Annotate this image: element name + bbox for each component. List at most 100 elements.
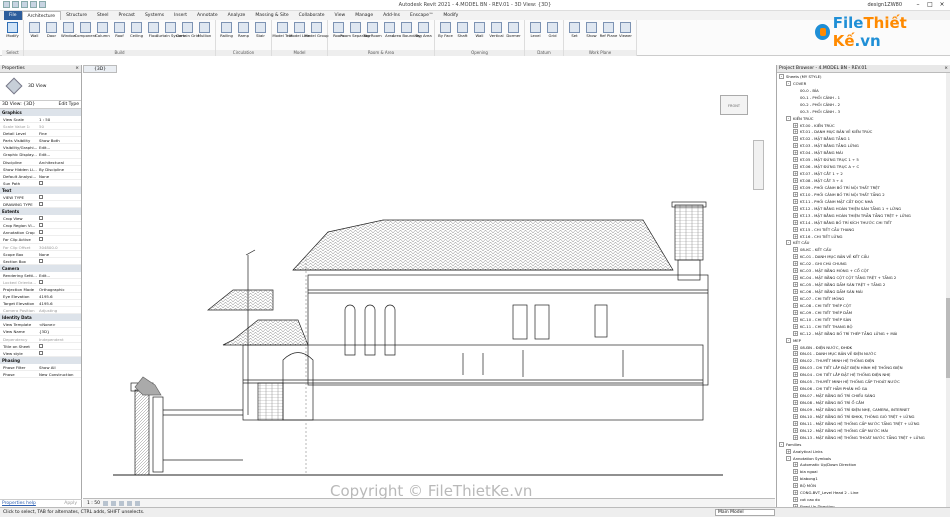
expand-icon[interactable]: + — [793, 393, 798, 399]
tree-item[interactable]: + ĐN-08 - MẶT BẰNG BỐ TRÍ Ổ CẮM — [777, 399, 947, 406]
expand-icon[interactable]: + — [793, 483, 798, 489]
prop-value[interactable]: None — [37, 173, 81, 179]
expand-icon[interactable]: + — [793, 247, 798, 253]
tool-dormer-button[interactable]: Dormer — [505, 22, 522, 38]
tree-item[interactable]: + KT-13 - MẶT BẰNG HOÀN THIỆN TRẦN TẦNG T… — [777, 212, 947, 219]
tool-level-button[interactable]: Level — [527, 22, 544, 38]
tree-item[interactable]: + KT-08 - MẶT CẮT 3 ÷ 4 — [777, 177, 947, 184]
tool-tag-room-button[interactable]: Tag Room — [363, 22, 382, 38]
checkbox[interactable] — [39, 216, 43, 221]
expand-icon[interactable]: + — [793, 226, 798, 232]
expand-icon[interactable]: + — [793, 427, 798, 433]
expand-icon[interactable]: + — [793, 219, 798, 225]
prop-category-phasing[interactable]: Phasing — [0, 356, 81, 364]
prop-value[interactable]: Edit... — [37, 151, 81, 157]
tree-item[interactable]: + KC-11 - CHI TIẾT THANG BỘ — [777, 323, 947, 330]
expand-icon[interactable]: + — [793, 344, 798, 350]
checkbox[interactable] — [39, 258, 43, 263]
expand-icon[interactable]: + — [793, 434, 798, 440]
prop-value[interactable]: 50 — [37, 123, 81, 129]
collapse-icon[interactable]: - — [786, 115, 791, 121]
tree-item[interactable]: + BỘ MÔN — [777, 482, 947, 489]
tree-item[interactable]: + ĐN-09 - MẶT BẰNG BỐ TRÍ ĐIỆN NHẸ, CAMER… — [777, 406, 947, 413]
tree-item[interactable]: + CONG-BVT_Level Head 2 - Line — [777, 489, 947, 496]
expand-icon[interactable]: + — [793, 497, 798, 503]
expand-icon[interactable]: + — [793, 129, 798, 135]
prop-value[interactable] — [37, 258, 81, 264]
tree-item[interactable]: + KT-07 - MẶT CẮT 1 ÷ 2 — [777, 170, 947, 177]
tool-modify-button[interactable]: Modify — [4, 22, 21, 38]
minimize-icon[interactable]: – — [913, 1, 923, 9]
close-icon[interactable]: × — [937, 1, 947, 9]
collapse-icon[interactable]: - — [779, 441, 784, 447]
prop-value[interactable] — [37, 279, 81, 285]
prop-value[interactable] — [37, 343, 81, 349]
prop-value[interactable]: Orthographic — [37, 286, 81, 292]
tree-item[interactable]: + ĐN-01 - DANH MỤC BẢN VẼ ĐIỆN NƯỚC — [777, 351, 947, 358]
expand-icon[interactable]: + — [793, 289, 798, 295]
tree-item[interactable]: + ĐN-06 - CHI TIẾT HẦM PHÂN HỐ GA — [777, 385, 947, 392]
tool-ceiling-button[interactable]: Ceiling — [128, 22, 145, 38]
tree-item[interactable]: 00-2 - PHỐI CẢNH - 2 — [777, 101, 947, 108]
prop-value[interactable] — [37, 180, 81, 186]
tool-component-button[interactable]: Component — [74, 22, 97, 38]
expand-icon[interactable]: + — [793, 157, 798, 163]
expand-icon[interactable]: + — [793, 406, 798, 412]
view-scale[interactable]: 1 : 50 — [87, 501, 100, 506]
tree-item[interactable]: - Sheets (MY STYLE) — [777, 73, 947, 80]
navigation-bar[interactable] — [753, 140, 764, 190]
properties-help-link[interactable]: Properties help — [2, 501, 36, 506]
scrollbar-thumb[interactable] — [946, 298, 950, 378]
tree-item[interactable]: + blabong1 — [777, 475, 947, 482]
tree-item[interactable]: - KIẾN TRÚC — [777, 115, 947, 122]
tool-shaft-button[interactable]: Shaft — [454, 22, 471, 38]
checkbox[interactable] — [39, 343, 43, 348]
tool-show-button[interactable]: Show — [583, 22, 600, 38]
prop-value[interactable] — [37, 201, 81, 207]
tree-item[interactable]: + KC-05 - MẶT BẰNG DẦM SÀN TRỆT + TẦNG 2 — [777, 281, 947, 288]
expand-icon[interactable]: + — [786, 448, 791, 454]
prop-category-camera[interactable]: Camera — [0, 264, 81, 272]
tab-precast[interactable]: Precast — [113, 11, 140, 20]
close-icon[interactable]: × — [75, 65, 79, 73]
prop-category-extents[interactable]: Extents — [0, 208, 81, 216]
type-selector[interactable]: 3D View — [0, 73, 81, 101]
prop-value[interactable]: {3D} — [37, 328, 81, 334]
expand-icon[interactable]: + — [793, 476, 798, 482]
prop-value[interactable]: New Construction — [37, 371, 81, 377]
expand-icon[interactable]: + — [793, 490, 798, 496]
tree-item[interactable]: - COVER — [777, 80, 947, 87]
prop-category-text[interactable]: Text — [0, 186, 81, 194]
tree-item[interactable]: + KC-04 - MẶT BẰNG CỘT CỘT TẦNG TRỆT + TẦ… — [777, 274, 947, 281]
tool-viewer-button[interactable]: Viewer — [617, 22, 634, 38]
prop-value[interactable]: 4195.6 — [37, 293, 81, 299]
expand-icon[interactable]: + — [793, 150, 798, 156]
tree-item[interactable]: 00-0 - BÌA — [777, 87, 947, 94]
tree-item[interactable]: + KC-02 - GHI CHÚ CHUNG — [777, 260, 947, 267]
visual-style-icon[interactable] — [110, 500, 116, 506]
tool-by-face-button[interactable]: By Face — [437, 22, 454, 38]
checkbox[interactable] — [39, 180, 43, 185]
expand-icon[interactable]: + — [793, 413, 798, 419]
prop-value[interactable] — [37, 350, 81, 356]
tool-grid-button[interactable]: Grid — [544, 22, 561, 38]
prop-value[interactable]: Fine — [37, 130, 81, 136]
expand-icon[interactable]: + — [793, 184, 798, 190]
expand-icon[interactable]: + — [793, 191, 798, 197]
collapse-icon[interactable]: - — [786, 455, 791, 461]
tree-item[interactable]: + Automatic Up/Down Direction — [777, 462, 947, 469]
active-model-select[interactable]: Main Model — [715, 509, 775, 516]
3d-view-canvas[interactable] — [83, 65, 775, 498]
tree-item[interactable]: + KT-05 - MẶT ĐỨNG TRỤC 1 ÷ 5 — [777, 156, 947, 163]
prop-value[interactable]: 1 : 50 — [37, 116, 81, 122]
prop-value[interactable]: Show All — [37, 364, 81, 370]
tool-stair-button[interactable]: Stair — [252, 22, 269, 38]
expand-icon[interactable]: + — [793, 268, 798, 274]
tab-enscape[interactable]: Enscape™ — [405, 11, 438, 20]
tab-view[interactable]: View — [330, 11, 351, 20]
tree-item[interactable]: + ĐN-10 - MẶT BẰNG BỐ TRÍ ĐHKK, THÔNG GIÓ… — [777, 413, 947, 420]
expand-icon[interactable]: + — [793, 295, 798, 301]
tree-item[interactable]: + KT-10 - PHỐI CẢNH BỐ TRÍ NỘI THẤT TẦNG … — [777, 191, 947, 198]
expand-icon[interactable]: + — [793, 323, 798, 329]
tree-item[interactable]: + ĐN-02 - THUYẾT MINH HỆ THỐNG ĐIỆN — [777, 357, 947, 364]
